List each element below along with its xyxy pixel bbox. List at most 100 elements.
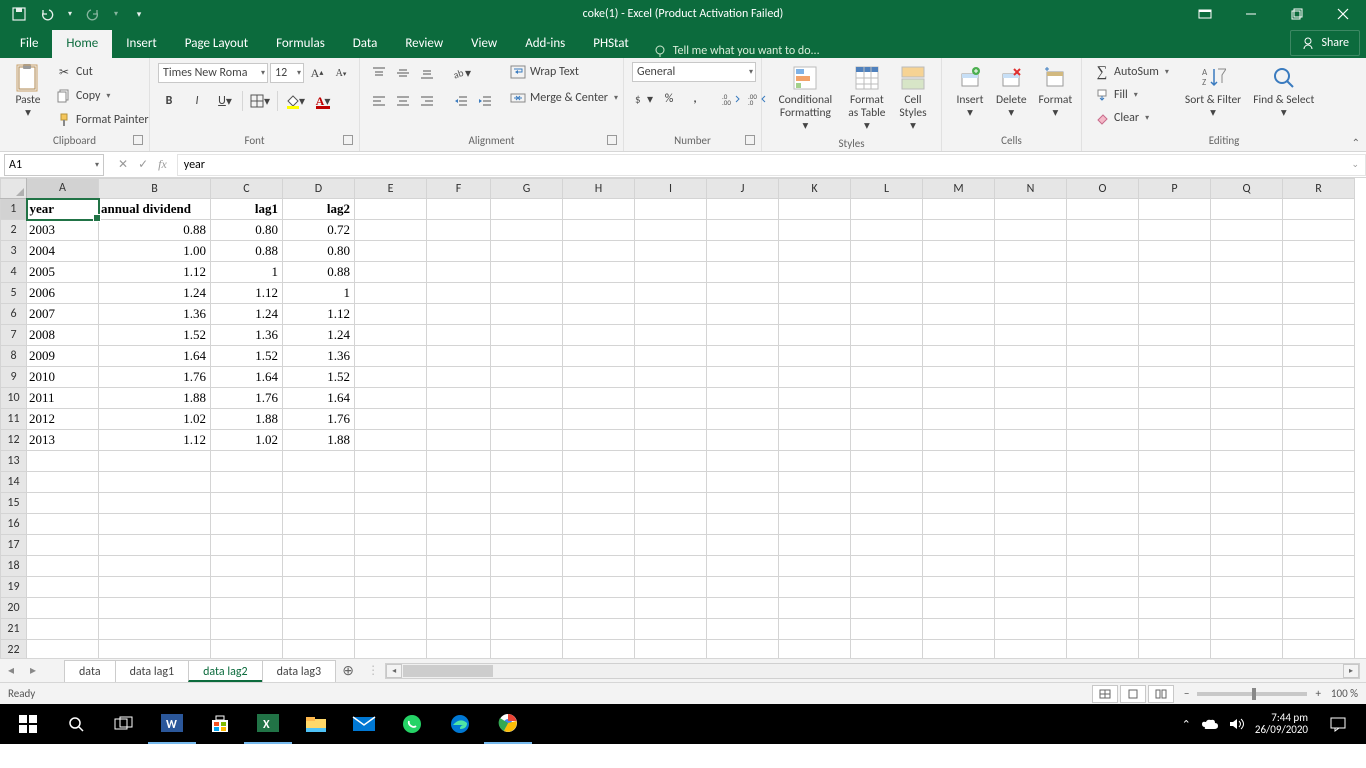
cell[interactable] bbox=[99, 535, 211, 556]
fill-color-button[interactable]: ▾ bbox=[284, 90, 306, 112]
column-header[interactable]: P bbox=[1139, 179, 1211, 199]
cell[interactable]: 2010 bbox=[27, 367, 99, 388]
cell[interactable] bbox=[1067, 409, 1139, 430]
cell[interactable] bbox=[1283, 304, 1355, 325]
cell[interactable] bbox=[779, 619, 851, 640]
scroll-right-button[interactable]: ▸ bbox=[1343, 664, 1359, 678]
column-header[interactable]: G bbox=[491, 179, 563, 199]
cell[interactable]: 1.12 bbox=[99, 262, 211, 283]
cell[interactable] bbox=[707, 556, 779, 577]
cell[interactable] bbox=[491, 199, 563, 220]
cell[interactable] bbox=[707, 304, 779, 325]
search-button[interactable] bbox=[52, 704, 100, 744]
column-header[interactable]: C bbox=[211, 179, 283, 199]
cell[interactable] bbox=[923, 199, 995, 220]
cell[interactable] bbox=[635, 535, 707, 556]
zoom-slider-thumb[interactable] bbox=[1252, 688, 1256, 700]
cell[interactable]: year bbox=[27, 199, 99, 220]
bold-button[interactable]: B bbox=[158, 90, 180, 112]
format-as-table-button[interactable]: Format as Table▾ bbox=[841, 62, 893, 136]
cell[interactable] bbox=[635, 640, 707, 659]
sheet-tab-data-lag2[interactable]: data lag2 bbox=[188, 660, 263, 682]
start-button[interactable] bbox=[4, 704, 52, 744]
cell[interactable] bbox=[1067, 199, 1139, 220]
taskbar-edge-icon[interactable] bbox=[436, 704, 484, 744]
tab-home[interactable]: Home bbox=[52, 30, 112, 58]
cell[interactable] bbox=[995, 367, 1067, 388]
row-header[interactable]: 21 bbox=[1, 619, 27, 640]
sheet-tab-data-lag1[interactable]: data lag1 bbox=[115, 660, 190, 682]
cut-button[interactable]: ✂Cut bbox=[52, 62, 153, 82]
column-header[interactable]: Q bbox=[1211, 179, 1283, 199]
cell[interactable] bbox=[283, 535, 355, 556]
cell[interactable] bbox=[355, 640, 427, 659]
cell[interactable] bbox=[27, 472, 99, 493]
row-header[interactable]: 11 bbox=[1, 409, 27, 430]
cell[interactable] bbox=[427, 262, 491, 283]
orientation-button[interactable]: ab▾ bbox=[450, 62, 472, 84]
cell[interactable] bbox=[1139, 346, 1211, 367]
cell[interactable] bbox=[923, 451, 995, 472]
cell[interactable] bbox=[1067, 598, 1139, 619]
cell[interactable] bbox=[1211, 472, 1283, 493]
qat-customize-icon[interactable]: ▾ bbox=[130, 5, 148, 23]
cell[interactable] bbox=[1067, 262, 1139, 283]
row-header[interactable]: 22 bbox=[1, 640, 27, 659]
row-header[interactable]: 2 bbox=[1, 220, 27, 241]
cell[interactable] bbox=[99, 556, 211, 577]
cell[interactable] bbox=[211, 619, 283, 640]
cell[interactable] bbox=[851, 514, 923, 535]
zoom-in-button[interactable]: + bbox=[1315, 687, 1320, 700]
minimize-button[interactable] bbox=[1228, 0, 1274, 28]
cell[interactable]: 0.72 bbox=[283, 220, 355, 241]
cell[interactable] bbox=[1067, 325, 1139, 346]
cell[interactable] bbox=[1211, 241, 1283, 262]
cell[interactable] bbox=[1283, 262, 1355, 283]
cell[interactable] bbox=[1211, 409, 1283, 430]
column-header[interactable]: K bbox=[779, 179, 851, 199]
cell[interactable] bbox=[1139, 598, 1211, 619]
cell[interactable] bbox=[923, 325, 995, 346]
cell[interactable] bbox=[1283, 535, 1355, 556]
cell[interactable] bbox=[427, 472, 491, 493]
cell[interactable] bbox=[779, 472, 851, 493]
taskbar-mail-icon[interactable] bbox=[340, 704, 388, 744]
cell[interactable] bbox=[563, 199, 635, 220]
cell[interactable] bbox=[1067, 241, 1139, 262]
taskbar-store-icon[interactable] bbox=[196, 704, 244, 744]
cell[interactable] bbox=[427, 598, 491, 619]
cell[interactable]: 1.52 bbox=[211, 346, 283, 367]
cell[interactable] bbox=[1067, 577, 1139, 598]
cell[interactable] bbox=[1139, 304, 1211, 325]
cell[interactable]: 1.36 bbox=[211, 325, 283, 346]
decrease-font-icon[interactable]: A▾ bbox=[330, 62, 352, 84]
cell[interactable] bbox=[283, 640, 355, 659]
cell[interactable]: 1.76 bbox=[283, 409, 355, 430]
tab-addins[interactable]: Add-ins bbox=[511, 30, 579, 58]
cell[interactable] bbox=[563, 619, 635, 640]
cell[interactable] bbox=[707, 367, 779, 388]
cell[interactable] bbox=[995, 283, 1067, 304]
row-header[interactable]: 16 bbox=[1, 514, 27, 535]
align-right-icon[interactable] bbox=[416, 90, 438, 112]
cell[interactable] bbox=[491, 241, 563, 262]
cell[interactable] bbox=[491, 220, 563, 241]
cell[interactable] bbox=[779, 367, 851, 388]
cell[interactable]: 2012 bbox=[27, 409, 99, 430]
cell[interactable] bbox=[995, 409, 1067, 430]
cell[interactable]: 1.12 bbox=[211, 283, 283, 304]
cell[interactable] bbox=[491, 472, 563, 493]
cell[interactable] bbox=[1283, 493, 1355, 514]
cell[interactable] bbox=[779, 430, 851, 451]
cell[interactable] bbox=[851, 640, 923, 659]
undo-dropdown-icon[interactable]: ▾ bbox=[66, 5, 74, 23]
cell[interactable] bbox=[99, 640, 211, 659]
cell[interactable] bbox=[1211, 514, 1283, 535]
cell[interactable] bbox=[1283, 325, 1355, 346]
cell[interactable] bbox=[923, 493, 995, 514]
cell[interactable] bbox=[1211, 388, 1283, 409]
sheet-nav-next[interactable]: ▸ bbox=[22, 663, 44, 678]
cell[interactable] bbox=[923, 514, 995, 535]
cell[interactable] bbox=[1139, 241, 1211, 262]
cell[interactable] bbox=[635, 577, 707, 598]
